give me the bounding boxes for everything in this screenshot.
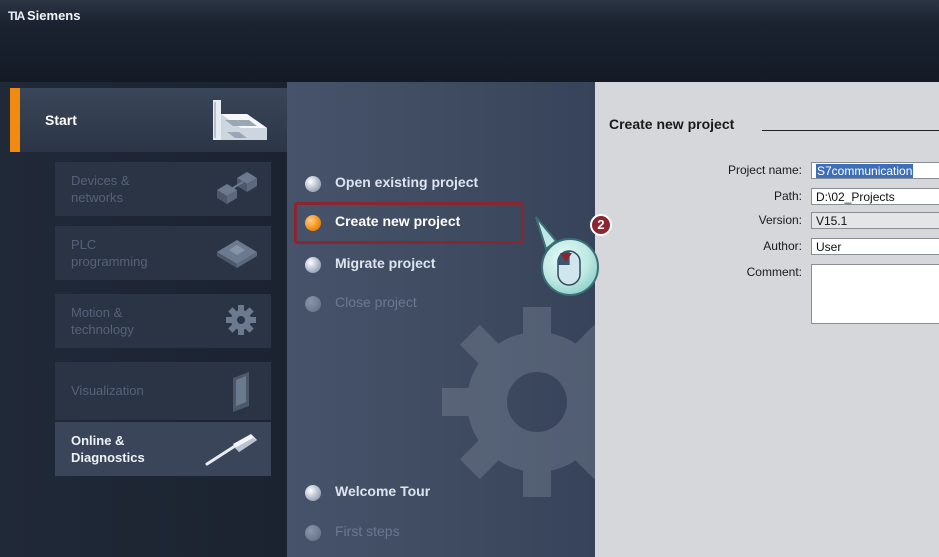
nav-start-label: Start [45, 112, 77, 128]
project-name-label: Project name: [727, 163, 802, 177]
screwdriver-icon [201, 430, 261, 475]
nav-motion-technology[interactable]: Motion & technology [55, 294, 271, 348]
action-label: Welcome Tour [335, 483, 431, 499]
nav-item-label: Devices & networks [71, 173, 130, 205]
nav-item-label: Visualization [71, 383, 144, 398]
nav-item-label: Motion & technology [71, 305, 134, 337]
background-gear-icon [442, 307, 595, 497]
title-bar: TIA Siemens [0, 0, 939, 82]
action-label: First steps [335, 523, 400, 539]
step-number-badge: 2 [590, 214, 612, 236]
comment-label: Comment: [746, 265, 802, 279]
click-hint-callout: 2 [534, 214, 624, 310]
panel-icon [221, 370, 261, 419]
devices-networks-icon [211, 170, 261, 211]
version-label: Version: [758, 213, 802, 227]
radio-dot-icon [305, 176, 321, 192]
plc-icon [211, 234, 261, 275]
nav-devices-networks[interactable]: Devices & networks [55, 162, 271, 216]
title-divider [762, 130, 939, 131]
radio-dot-icon [305, 296, 321, 312]
path-label: Path: [773, 189, 802, 203]
form-title: Create new project [609, 116, 735, 132]
nav-plc-programming[interactable]: PLC programming [55, 226, 271, 280]
action-label: Close project [335, 294, 417, 310]
action-label: Migrate project [335, 255, 436, 271]
action-label: Open existing project [335, 174, 479, 190]
project-name-field[interactable]: S7communication [811, 162, 939, 179]
author-label: Author: [763, 239, 802, 253]
create-project-form: Create new project Project name: S7commu… [595, 82, 939, 557]
nav-start[interactable]: Start [10, 88, 287, 152]
radio-dot-icon [305, 257, 321, 273]
nav-online-diagnostics[interactable]: Online & Diagnostics [55, 422, 271, 476]
gear-icon [211, 302, 261, 343]
radio-dot-selected-icon [305, 215, 321, 231]
portal-actions-panel: Open existing project Create new project… [287, 82, 595, 557]
radio-dot-icon [305, 525, 321, 541]
start-factory-icon [207, 98, 271, 149]
version-field: V15.1 [811, 212, 939, 229]
action-label: Create new project [335, 213, 461, 229]
portal-navigation: Start Devices & networks PLC programming… [0, 82, 287, 557]
nav-visualization[interactable]: Visualization [55, 362, 271, 420]
comment-field[interactable] [811, 264, 939, 324]
tia-logo: TIA [8, 9, 25, 23]
start-accent-bar [10, 88, 20, 152]
radio-dot-icon [305, 485, 321, 501]
nav-item-label: Online & Diagnostics [71, 433, 145, 465]
path-field[interactable]: D:\02_Projects [811, 188, 939, 205]
window-title: Siemens [27, 8, 81, 23]
nav-item-label: PLC programming [71, 237, 148, 269]
step-number: 2 [597, 217, 605, 232]
author-field[interactable]: User [811, 238, 939, 255]
project-name-value: S7communication [816, 164, 914, 178]
